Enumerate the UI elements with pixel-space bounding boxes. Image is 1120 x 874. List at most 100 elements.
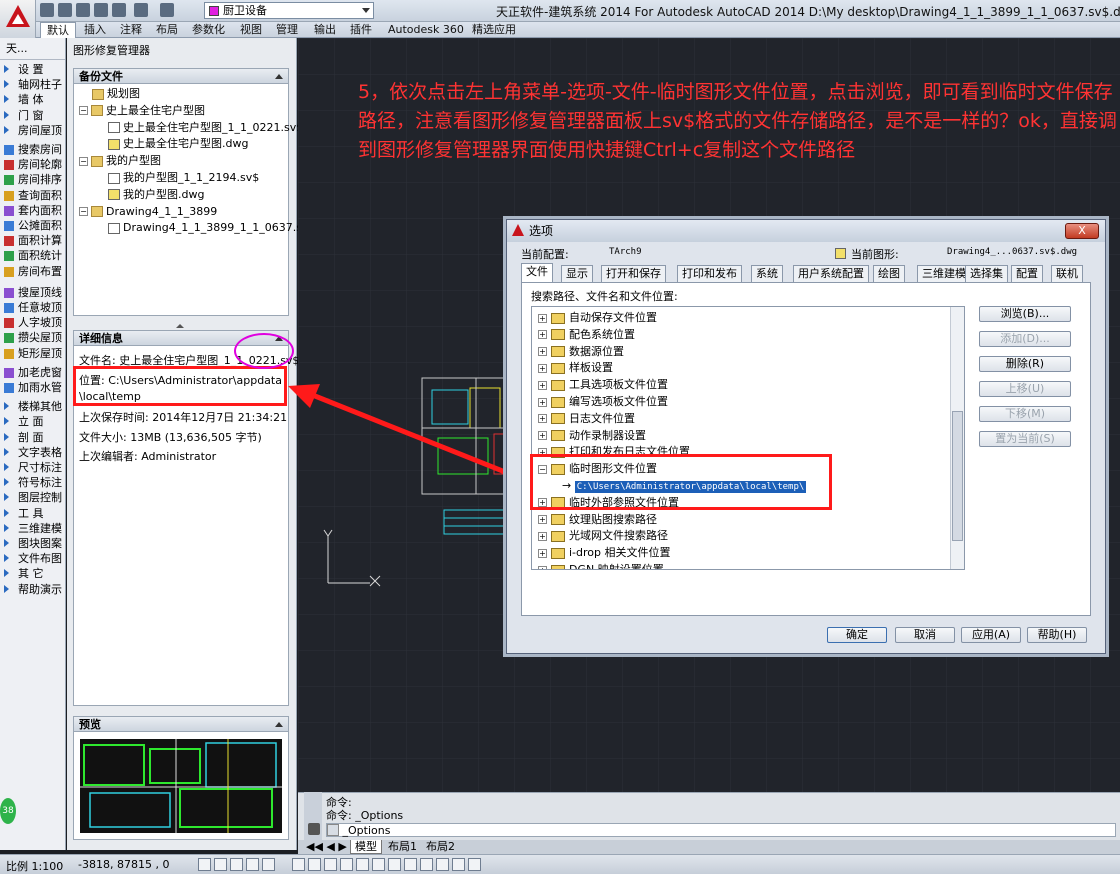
redo-icon[interactable]: [160, 3, 174, 17]
expand-toggle-icon[interactable]: +: [538, 414, 547, 424]
dialog-tab-3[interactable]: 打印和发布: [677, 265, 742, 282]
dialog-tab-10[interactable]: 联机: [1051, 265, 1083, 282]
preview-header[interactable]: 预览: [74, 717, 288, 732]
browse-button[interactable]: 浏览(B)...: [979, 306, 1071, 322]
expand-toggle-icon[interactable]: +: [538, 363, 547, 373]
backup-tree-item[interactable]: − 我的户型图: [79, 153, 161, 169]
toolbar-item-22[interactable]: 立 面: [0, 414, 66, 429]
backup-tree-item[interactable]: 我的户型图.dwg: [108, 187, 204, 203]
grid-icon[interactable]: [214, 858, 227, 871]
tab-layout2[interactable]: 布局2: [422, 840, 459, 854]
print-icon[interactable]: [112, 3, 126, 17]
toolbar-item-16[interactable]: 人字坡顶: [0, 315, 66, 330]
backup-tree-item[interactable]: 规划图: [92, 86, 140, 102]
toolbar-item-14[interactable]: 搜屋顶线: [0, 285, 66, 300]
cancel-button[interactable]: 取消: [895, 627, 955, 643]
toolbar-item-17[interactable]: 攒尖屋顶: [0, 330, 66, 345]
toolbar-item-26[interactable]: 符号标注: [0, 475, 66, 490]
save-icon[interactable]: [76, 3, 90, 17]
toolbar-item-32[interactable]: 其 它: [0, 566, 66, 581]
expand-toggle-icon[interactable]: +: [538, 515, 547, 525]
save-as-icon[interactable]: [94, 3, 108, 17]
dialog-tab-8[interactable]: 选择集: [965, 265, 1008, 282]
expand-toggle-icon[interactable]: +: [538, 347, 547, 357]
wrench-icon[interactable]: [308, 823, 320, 835]
location-tree-item[interactable]: + DGN 映射设置位置: [538, 561, 664, 569]
collapse-toggle-icon[interactable]: −: [79, 156, 88, 166]
collapse-toggle-icon[interactable]: −: [79, 106, 88, 116]
lock-icon[interactable]: [452, 858, 465, 871]
tab-output[interactable]: 输出: [308, 22, 342, 38]
move-down-button[interactable]: 下移(M): [979, 406, 1071, 422]
polar-icon[interactable]: [246, 858, 259, 871]
backup-tree-item[interactable]: − 史上最全住宅户型图: [79, 103, 205, 119]
close-button[interactable]: X: [1065, 223, 1099, 239]
hardware-accel-icon[interactable]: [468, 858, 481, 871]
tab-view[interactable]: 视图: [234, 22, 268, 38]
tab-annotate[interactable]: 注释: [114, 22, 148, 38]
notification-badge[interactable]: 38: [0, 798, 16, 824]
apply-button[interactable]: 应用(A): [961, 627, 1021, 643]
expand-toggle-icon[interactable]: +: [538, 380, 547, 390]
transparency-icon[interactable]: [356, 858, 369, 871]
location-tree-item[interactable]: + 数据源位置: [538, 343, 624, 360]
remove-button[interactable]: 删除(R): [979, 356, 1071, 372]
toolbar-item-11[interactable]: 面积计算: [0, 233, 66, 248]
dialog-tab-9[interactable]: 配置: [1011, 265, 1043, 282]
backup-tree-item[interactable]: 我的户型图_1_1_2194.sv$: [108, 170, 259, 186]
dialog-tab-6[interactable]: 绘图: [873, 265, 905, 282]
tab-manage[interactable]: 管理: [270, 22, 304, 38]
otrack-icon[interactable]: [292, 858, 305, 871]
open-icon[interactable]: [58, 3, 72, 17]
command-input[interactable]: _Options: [326, 823, 1116, 837]
selection-cycling-icon[interactable]: [388, 858, 401, 871]
tab-plugins[interactable]: 插件: [344, 22, 378, 38]
tab-insert[interactable]: 插入: [78, 22, 112, 38]
location-tree-item[interactable]: + 动作录制器设置: [538, 427, 646, 444]
workspace-switch-icon[interactable]: [436, 858, 449, 871]
ortho-icon[interactable]: [230, 858, 243, 871]
scrollbar-thumb[interactable]: [952, 411, 963, 541]
collapse-toggle-icon[interactable]: −: [79, 207, 88, 217]
toolbar-item-21[interactable]: 楼梯其他: [0, 399, 66, 414]
ducs-icon[interactable]: [308, 858, 321, 871]
toolbar-item-25[interactable]: 尺寸标注: [0, 460, 66, 475]
help-button[interactable]: 帮助(H): [1027, 627, 1087, 643]
toolbar-item-3[interactable]: 门 窗: [0, 108, 66, 123]
scale-selector[interactable]: 比例 1:100: [6, 858, 63, 874]
model-space-icon[interactable]: [420, 858, 433, 871]
toolbar-item-24[interactable]: 文字表格: [0, 445, 66, 460]
file-locations-tree[interactable]: + 自动保存文件位置 + 配色系统位置 + 数据源位置 + 样板设置 + 工具选项板文件位置 + 编写…: [531, 306, 965, 570]
location-tree-item[interactable]: + 日志文件位置: [538, 410, 635, 427]
vertical-scrollbar[interactable]: [950, 307, 964, 569]
tab-layout[interactable]: 布局: [150, 22, 184, 38]
quick-properties-icon[interactable]: [372, 858, 385, 871]
application-menu-button[interactable]: [0, 0, 36, 38]
toolbar-item-7[interactable]: 房间排序: [0, 172, 66, 187]
dialog-tab-1[interactable]: 显示: [561, 265, 593, 282]
tab-model[interactable]: 模型: [350, 840, 382, 854]
tarch-toolbar-header[interactable]: 天...: [0, 38, 65, 60]
backup-tree-item[interactable]: Drawing4_1_1_3899_1_1_0637.sv$: [108, 220, 315, 236]
tab-parametric[interactable]: 参数化: [186, 22, 231, 38]
tab-featured-apps[interactable]: 精选应用: [466, 22, 522, 38]
expand-toggle-icon[interactable]: +: [538, 330, 547, 340]
location-tree-item[interactable]: + 编写选项板文件位置: [538, 393, 668, 410]
location-tree-item[interactable]: + 配色系统位置: [538, 326, 635, 343]
toolbar-item-12[interactable]: 面积统计: [0, 248, 66, 263]
location-tree-item[interactable]: + 工具选项板文件位置: [538, 376, 668, 393]
location-tree-item[interactable]: + 样板设置: [538, 359, 613, 376]
toolbar-item-2[interactable]: 墙 体: [0, 92, 66, 107]
location-tree-item[interactable]: + 光域网文件搜索路径: [538, 527, 668, 544]
toolbar-item-18[interactable]: 矩形屋顶: [0, 346, 66, 361]
ok-button[interactable]: 确定: [827, 627, 887, 643]
toolbar-item-28[interactable]: 工 具: [0, 506, 66, 521]
backup-tree-item[interactable]: 史上最全住宅户型图_1_1_0221.sv$: [108, 120, 303, 136]
dialog-tab-2[interactable]: 打开和保存: [601, 265, 666, 282]
toolbar-item-13[interactable]: 房间布置: [0, 264, 66, 279]
toolbar-item-6[interactable]: 房间轮廓: [0, 157, 66, 172]
osnap-icon[interactable]: [262, 858, 275, 871]
tab-default[interactable]: 默认: [40, 22, 76, 38]
expand-toggle-icon[interactable]: +: [538, 397, 547, 407]
backup-tree-item[interactable]: 史上最全住宅户型图.dwg: [108, 136, 248, 152]
